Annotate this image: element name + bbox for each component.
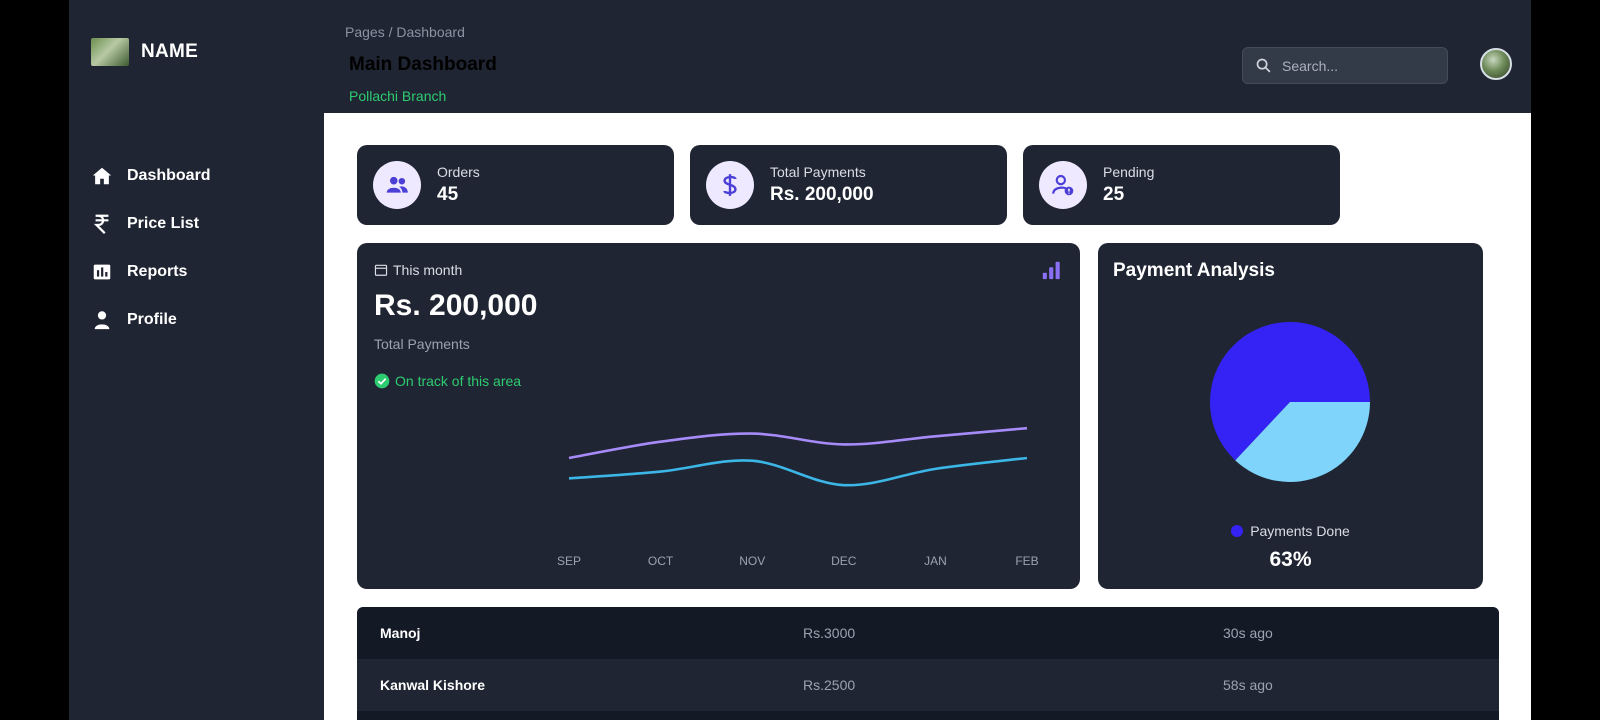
stat-icon-wrap xyxy=(1039,161,1087,209)
sidebar: NAME Dashboard Price List Reports Profil… xyxy=(69,0,324,720)
sidebar-item-label: Dashboard xyxy=(127,167,211,184)
x-tick-label: JAN xyxy=(924,554,947,568)
bar-chart-icon xyxy=(93,264,111,280)
payments-chart-card: This month Rs. 200,000 Total Payments On… xyxy=(357,243,1080,589)
payment-analysis-card: Payment Analysis Payments Done 63% xyxy=(1098,243,1483,589)
page-subtitle: Pollachi Branch xyxy=(349,88,447,104)
search-icon xyxy=(1256,58,1271,73)
cell-name: Kanwal Kishore xyxy=(380,677,486,693)
app-window: NAME Dashboard Price List Reports Profil… xyxy=(69,0,1531,720)
legend-dot xyxy=(1231,525,1244,537)
sidebar-item-label: Price List xyxy=(127,215,200,232)
rupee-icon xyxy=(93,214,109,234)
stat-icon-wrap xyxy=(706,161,754,209)
page-title: Main Dashboard xyxy=(349,54,497,75)
brand-logo xyxy=(91,38,129,66)
x-tick-label: DEC xyxy=(831,554,857,568)
cell-amount: Rs.3000 xyxy=(803,625,856,641)
dollar-icon xyxy=(723,174,737,196)
user-icon xyxy=(94,311,110,330)
series-line-0 xyxy=(568,426,1028,460)
home-icon xyxy=(92,167,112,185)
line-chart: SEP OCT NOV DEC JAN FEB xyxy=(557,426,1039,568)
stat-label: Total Payments xyxy=(770,164,866,180)
stat-icon-wrap xyxy=(373,161,421,209)
cell-time: 58s ago xyxy=(1223,677,1273,693)
cell-amount: Rs.2500 xyxy=(803,677,856,693)
x-tick-label: SEP xyxy=(557,554,581,568)
x-tick-label: OCT xyxy=(648,554,674,568)
brand[interactable]: NAME xyxy=(91,38,198,66)
x-tick-label: NOV xyxy=(739,554,765,568)
users-icon xyxy=(386,176,408,193)
table-row[interactable]: Manoj Rs.3000 30s ago xyxy=(357,607,1499,659)
search-box[interactable] xyxy=(1242,47,1448,84)
percent-value: 63% xyxy=(1269,548,1312,571)
sidebar-item-profile[interactable]: Profile xyxy=(91,296,211,344)
chart-legend: Payments Done xyxy=(1098,523,1483,539)
avatar[interactable] xyxy=(1480,48,1512,80)
cell-name: Manoj xyxy=(380,625,421,641)
cell-time: 30s ago xyxy=(1223,625,1273,641)
stat-label: Pending xyxy=(1103,164,1155,180)
stat-label: Orders xyxy=(437,164,480,180)
stat-value: 25 xyxy=(1103,184,1125,205)
sidebar-item-price-list[interactable]: Price List xyxy=(91,200,211,248)
brand-name: NAME xyxy=(141,41,199,62)
sidebar-item-reports[interactable]: Reports xyxy=(91,248,211,296)
x-tick-label: FEB xyxy=(1015,554,1038,568)
legend-label: Payments Done xyxy=(1250,523,1350,539)
sidebar-nav: Dashboard Price List Reports Profile xyxy=(91,152,211,344)
series-line-1 xyxy=(568,456,1028,487)
sidebar-item-dashboard[interactable]: Dashboard xyxy=(91,152,211,200)
sidebar-item-label: Reports xyxy=(127,263,188,280)
stat-card-pending[interactable]: Pending 25 xyxy=(1023,145,1340,225)
table-row[interactable]: Kanwal Kishore Rs.2500 58s ago xyxy=(357,659,1499,711)
sidebar-item-label: Profile xyxy=(127,311,177,328)
breadcrumb[interactable]: Pages / Dashboard xyxy=(345,24,465,40)
stat-card-orders[interactable]: Orders 45 xyxy=(357,145,674,225)
user-pending-icon xyxy=(1052,174,1074,196)
table-row xyxy=(357,711,1499,720)
search-input[interactable] xyxy=(1282,57,1422,74)
transactions-table: Manoj Rs.3000 30s ago Kanwal Kishore Rs.… xyxy=(357,607,1499,720)
stat-value: 45 xyxy=(437,184,459,205)
stat-card-total-payments[interactable]: Total Payments Rs. 200,000 xyxy=(690,145,1007,225)
stat-value: Rs. 200,000 xyxy=(770,184,874,205)
